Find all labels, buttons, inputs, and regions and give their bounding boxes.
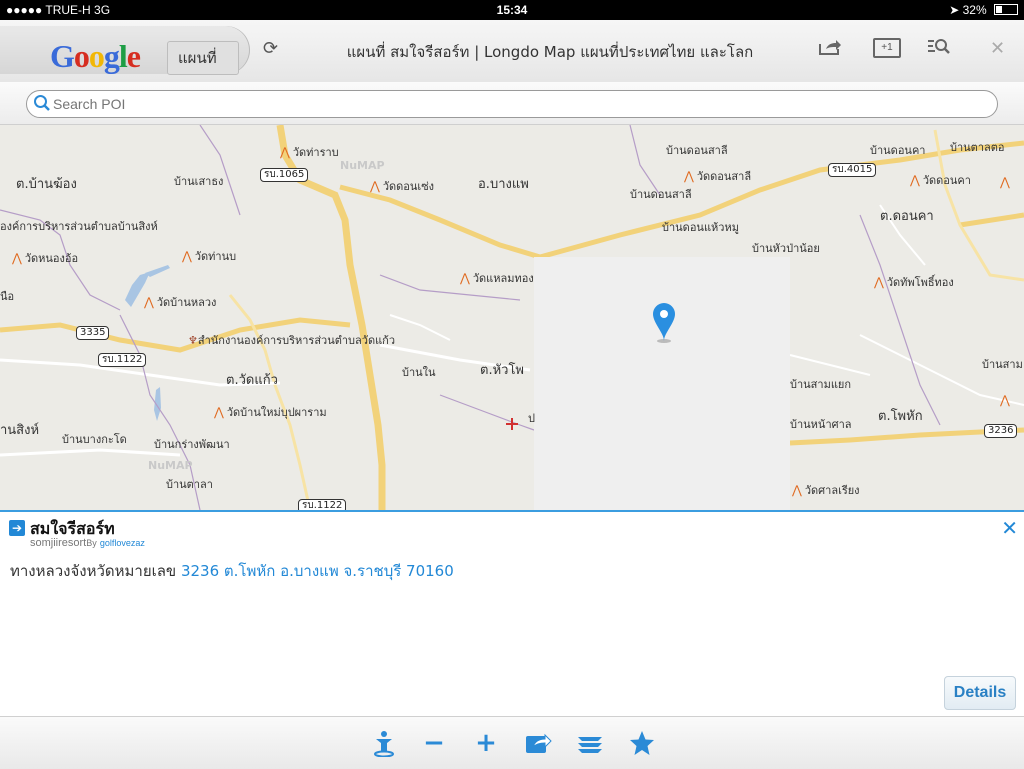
temple-icon: ⋀ [1000,175,1010,189]
map-label: บ้านสามแยก [790,378,852,391]
battery-percent: 32% [962,3,987,17]
map-watermark: NuMAP [340,159,385,172]
map-view[interactable]: ⋀ วัดท่าราบ ต.บ้านฆ้อง บ้านเสาธง ⋀ วัดดอนเ… [0,125,1024,510]
map-label: นือ [0,290,15,303]
road-shield: รบ.4015 [828,163,877,177]
temple-icon: ⋀ [874,275,884,289]
unloaded-map-tile [534,257,790,510]
map-label: องค์การบริหารส่วนตำบลบ้านสิงห์ [0,220,158,233]
road-shield: รบ.1122 [98,353,147,367]
map-watermark: NuMAP [148,459,193,472]
search-icon [33,94,51,116]
status-bar: ●●●●● TRUE-H 3G 15:34 ➤ 32% [0,0,1024,20]
temple-icon: ⋀ [1000,393,1010,407]
close-icon[interactable]: ✕ [1001,516,1018,541]
search-input[interactable] [51,93,985,115]
tab-title-pill[interactable]: แผนที่ [167,41,239,75]
location-arrow-icon: ➤ [949,3,960,17]
favorites-star-icon[interactable] [628,729,656,757]
map-label: ต.หัวโพ [480,363,524,378]
map-label: บ้านดอนแห้วหมู [662,221,739,234]
reload-icon[interactable]: ⟳ [263,38,278,59]
map-label: ต.ดอนคา [880,209,934,224]
map-label: ⋀ วัดบ้านใหม่บุปผาราม [214,405,327,419]
temple-icon: ⋀ [792,483,802,497]
find-in-page-icon[interactable] [928,38,950,58]
map-label: ⋀ วัดศาลเรียง [792,483,860,497]
road-shield: 3335 [76,326,110,340]
zoom-in-button[interactable]: + [472,729,500,757]
details-button[interactable]: Details [944,676,1016,710]
poi-author-link[interactable]: golflovezaz [100,538,145,548]
browser-toolbar: Google แผนที่ ⟳ แผนที่ สมใจรีสอร์ท | Lon… [0,20,1024,83]
by-label: By [86,538,97,548]
map-label: บ้านเสาธง [174,175,224,188]
address-link[interactable]: 3236 ต.โพหัก อ.บางแพ จ.ราชบุรี 70160 [181,562,454,580]
layers-icon[interactable] [576,729,604,757]
map-label: ⋀ วัดท่านบ [182,249,237,263]
road-shield: 3236 [984,424,1018,438]
map-label: บ้านบางกะโด [62,433,127,446]
map-label: บ้านสาม [982,358,1023,371]
poi-info-panel: ➔ สมใจรีสอร์ท somjiiresortBy golflovezaz… [0,510,1024,718]
map-label: อ.บางแพ [478,177,529,192]
search-bar [0,82,1024,125]
battery-status: ➤ 32% [949,3,1018,17]
temple-icon: ⋀ [12,251,22,265]
map-label: บ้านหัวป่าน้อย [752,242,820,255]
road-shield: รบ.1122 [298,499,347,510]
temple-icon: ⋀ [910,173,920,187]
temple-icon: ⋀ [280,145,290,159]
map-label: บ้านดอนสาลี [630,188,692,201]
clock: 15:34 [496,3,528,17]
map-label: ♆สำนักงานองค์การบริหารส่วนตำบลวัดแก้ว [188,334,396,347]
map-label: บ้านดอนสาลี [666,144,728,157]
map-toolbar: − + [0,716,1024,769]
map-label: ⋀ วัดท่าราบ [280,145,339,159]
map-label: บ้านหน้าศาล [790,418,852,431]
search-box[interactable] [26,90,998,118]
poi-address: ทางหลวงจังหวัดหมายเลข 3236 ต.โพหัก อ.บาง… [10,559,454,583]
plus-one-icon[interactable]: +1 [873,38,901,58]
map-label: ⋀ วัดแหลมทอง [460,271,534,285]
battery-icon [994,4,1018,15]
zoom-out-button[interactable]: − [420,729,448,757]
map-label: บ้านดอนคา [870,144,926,157]
map-label: ต.โพหัก [878,409,923,424]
arrow-right-icon[interactable]: ➔ [9,520,25,536]
temple-icon: ⋀ [214,405,224,419]
close-tab-icon[interactable]: ✕ [990,38,1005,59]
map-label: ⋀ วัดทัพโพธิ์ทอง [874,275,954,289]
map-label: ⋀ วัดดอนคา [910,173,971,187]
temple-icon: ⋀ [460,271,470,285]
temple-icon: ⋀ [182,249,192,263]
share-location-icon[interactable] [524,729,552,757]
poi-roman-name: somjiiresort [30,537,87,549]
temple-icon: ⋀ [684,169,694,183]
map-label: ต.วัดแก้ว [226,373,278,388]
map-label: ต.บ้านฆ้อง [16,177,77,192]
map-label: ⋀ วัดหนองอ้อ [12,251,79,265]
map-label: านสิงห์ [0,423,40,438]
map-label: บ้านใน [402,366,436,379]
map-label: ⋀ วัดดอนเซ่ง [370,179,435,193]
map-label: ⋀ วัดบ้านหลวง [144,295,217,309]
temple-icon: ⋀ [144,295,154,309]
share-icon[interactable] [818,38,842,56]
my-location-icon[interactable] [370,729,398,758]
map-label: ⋀ วัดดอนสาลี [684,169,752,183]
map-label: บ้านตาลา [166,478,213,491]
map-label: บ้านตาลตอ [950,141,1005,154]
road-shield: รบ.1065 [260,168,309,182]
map-label: ป [528,412,535,425]
google-tab[interactable]: Google แผนที่ [0,26,250,75]
map-label: บ้านกร่างพัฒนา [154,438,230,451]
temple-icon: ⋀ [370,179,380,193]
address-prefix: ทางหลวงจังหวัดหมายเลข [10,562,177,580]
page-title: แผนที่ สมใจรีสอร์ท | Longdo Map แผนที่ปร… [346,43,754,61]
poi-subtitle: somjiiresortBy golflovezaz [30,537,145,549]
google-logo: Google [50,38,141,74]
